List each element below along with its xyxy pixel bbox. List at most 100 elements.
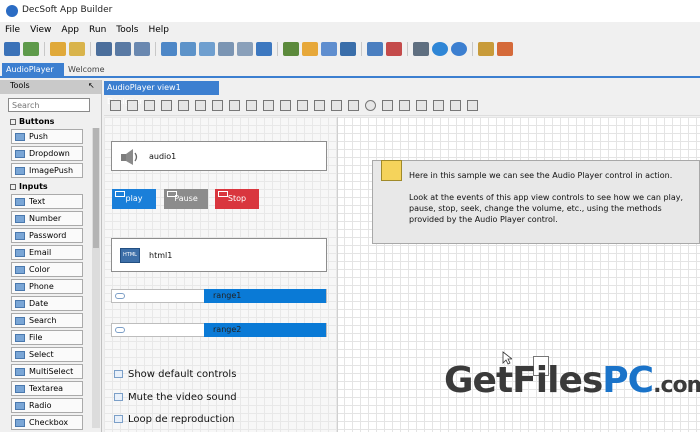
align-center-icon[interactable] (212, 100, 223, 111)
button-image-icon (115, 191, 125, 197)
undo-icon[interactable] (450, 100, 461, 111)
tree-icon[interactable] (283, 42, 299, 56)
mail-icon[interactable] (302, 42, 318, 56)
collapse-icon[interactable] (10, 119, 16, 125)
pause-button[interactable]: Pause (164, 189, 208, 209)
tool-dropdown[interactable]: Dropdown (11, 146, 83, 161)
add-view-icon[interactable] (161, 42, 177, 56)
tool-imagepush[interactable]: ImagePush (11, 163, 83, 178)
app-properties-icon[interactable] (321, 42, 337, 56)
align-left-icon[interactable] (195, 100, 206, 111)
add-frame-icon[interactable] (199, 42, 215, 56)
view-properties-icon[interactable] (256, 42, 272, 56)
save-as-icon[interactable] (115, 42, 131, 56)
tab-audioplayer[interactable]: AudioPlayer × (2, 63, 64, 88)
range-handle-icon[interactable] (115, 327, 125, 333)
html-icon-text: HTML (123, 252, 137, 258)
save-all-icon[interactable] (134, 42, 150, 56)
folder-icon[interactable] (69, 42, 85, 56)
tools-icon[interactable] (413, 42, 429, 56)
select-tool-icon[interactable] (110, 100, 121, 111)
align-bottom-icon[interactable] (280, 100, 291, 111)
cut-icon[interactable] (416, 100, 427, 111)
same-width-icon[interactable] (297, 100, 308, 111)
tool-search[interactable]: Search (11, 313, 83, 328)
menu-help[interactable]: Help (143, 24, 174, 37)
tools-scroll-thumb[interactable] (93, 128, 99, 248)
range1-control[interactable]: range1 (111, 289, 327, 303)
tool-color[interactable]: Color (11, 262, 83, 277)
spacing-icon[interactable] (348, 100, 359, 111)
checkbox-icon[interactable] (114, 393, 123, 401)
range2-control[interactable]: range2 (111, 323, 327, 337)
duplicate-view-icon[interactable] (218, 42, 234, 56)
play-icon[interactable] (451, 42, 467, 56)
tool-push[interactable]: Push (11, 129, 83, 144)
tab-audioplayer-label: AudioPlayer (6, 65, 54, 74)
align-middle-icon[interactable] (263, 100, 274, 111)
html-control[interactable]: HTML html1 (111, 238, 327, 272)
deploy-icon[interactable] (367, 42, 383, 56)
tool-phone[interactable]: Phone (11, 279, 83, 294)
tools-search-input[interactable] (8, 98, 90, 112)
align-top-icon[interactable] (246, 100, 257, 111)
menu-app[interactable]: App (56, 24, 84, 37)
align-right-icon[interactable] (229, 100, 240, 111)
tool-date[interactable]: Date (11, 296, 83, 311)
tool-textarea[interactable]: Textarea (11, 381, 83, 396)
category-inputs[interactable]: Inputs (8, 180, 90, 194)
tool-checkbox[interactable]: Checkbox (11, 415, 83, 430)
tab-welcome-page[interactable]: Welcome Page (64, 63, 126, 88)
open-folder-icon[interactable] (50, 42, 66, 56)
tool-radio[interactable]: Radio (11, 398, 83, 413)
tool-select[interactable]: Select (11, 347, 83, 362)
sort-icon[interactable] (478, 42, 494, 56)
save-icon[interactable] (96, 42, 112, 56)
paste-icon[interactable] (399, 100, 410, 111)
copy-icon[interactable] (382, 100, 393, 111)
remove-view-icon[interactable] (237, 42, 253, 56)
duplicate-icon[interactable] (433, 100, 444, 111)
unlock-icon[interactable] (144, 100, 155, 111)
add-dialog-icon[interactable] (180, 42, 196, 56)
menu-view[interactable]: View (25, 24, 56, 37)
tool-text[interactable]: Text (11, 194, 83, 209)
tool-multiselect[interactable]: MultiSelect (11, 364, 83, 379)
checkbox-label: Loop de reproduction (128, 414, 235, 425)
checkbox-icon[interactable] (114, 415, 123, 423)
checkbox-mute[interactable]: Mute the video sound (114, 392, 237, 403)
delete-icon[interactable] (365, 100, 376, 111)
tab-designer[interactable]: AudioPlayer view1 Designer × (104, 81, 219, 106)
new-app-icon[interactable] (4, 42, 20, 56)
checkbox-icon[interactable] (114, 370, 123, 378)
pin-icon[interactable]: ↖ (88, 81, 95, 90)
play-button[interactable]: play (112, 189, 156, 209)
tool-label: Textarea (29, 384, 64, 393)
audio-control[interactable]: audio1 (111, 141, 327, 171)
bug-icon[interactable] (497, 42, 513, 56)
clean-icon[interactable] (386, 42, 402, 56)
checkbox-loop[interactable]: Loop de reproduction (114, 414, 235, 425)
range-handle-icon[interactable] (115, 293, 125, 299)
bring-front-icon[interactable] (161, 100, 172, 111)
tool-password[interactable]: Password (11, 228, 83, 243)
stop-button[interactable]: Stop (215, 189, 259, 209)
same-size-icon[interactable] (331, 100, 342, 111)
category-buttons[interactable]: Buttons (8, 115, 90, 129)
menu-file[interactable]: File (0, 24, 25, 37)
open-app-icon[interactable] (23, 42, 39, 56)
run-icon[interactable] (432, 42, 448, 56)
app-logo-icon (6, 5, 18, 17)
collapse-icon[interactable] (10, 184, 16, 190)
tool-email[interactable]: Email (11, 245, 83, 260)
tool-number[interactable]: Number (11, 211, 83, 226)
tool-file[interactable]: File (11, 330, 83, 345)
menu-tools[interactable]: Tools (111, 24, 143, 37)
lock-icon[interactable] (127, 100, 138, 111)
disk-icon[interactable] (340, 42, 356, 56)
checkbox-show-controls[interactable]: Show default controls (114, 369, 236, 380)
menu-run[interactable]: Run (84, 24, 111, 37)
tab-order-icon[interactable] (467, 100, 478, 111)
same-height-icon[interactable] (314, 100, 325, 111)
send-back-icon[interactable] (178, 100, 189, 111)
